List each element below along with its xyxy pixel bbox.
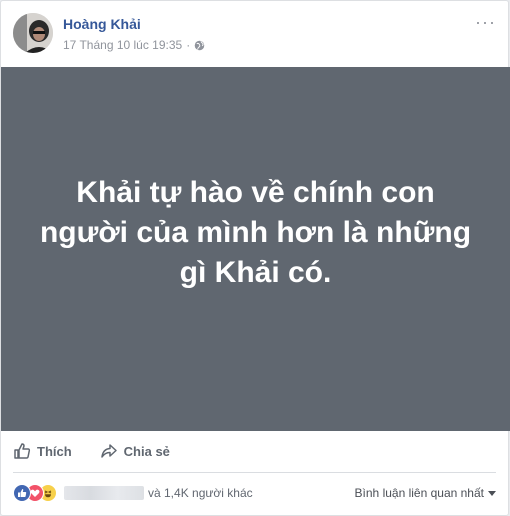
share-label: Chia sẻ (123, 443, 170, 459)
post-header: Hoàng Khải 17 Tháng 10 lúc 19:35 · ··· (13, 13, 500, 57)
avatar-image (13, 13, 53, 53)
thumbs-up-icon (14, 443, 31, 459)
caret-down-icon (488, 490, 496, 496)
divider (13, 472, 496, 473)
blurred-names[interactable] (64, 486, 144, 500)
status-background: Khải tự hào về chính con người của mình … (1, 67, 510, 431)
reactions-bar: và 1,4K người khác Bình luận liên quan n… (13, 481, 496, 505)
post-actions: Thích Chia sẻ (13, 437, 170, 465)
post-meta: 17 Tháng 10 lúc 19:35 · (63, 38, 205, 52)
like-button[interactable]: Thích (13, 442, 72, 460)
share-button[interactable]: Chia sẻ (100, 442, 170, 460)
author-name[interactable]: Hoàng Khải (63, 16, 141, 32)
share-arrow-icon (100, 444, 117, 458)
like-reaction-icon[interactable] (13, 484, 31, 502)
globe-icon[interactable] (194, 40, 205, 51)
comment-sort-label: Bình luận liên quan nhất (354, 486, 484, 500)
avatar[interactable] (13, 13, 53, 53)
others-count[interactable]: và 1,4K người khác (148, 486, 253, 500)
post-timestamp[interactable]: 17 Tháng 10 lúc 19:35 (63, 38, 182, 52)
status-text: Khải tự hào về chính con người của mình … (39, 176, 472, 289)
like-label: Thích (37, 443, 72, 459)
more-options-icon[interactable]: ··· (475, 13, 496, 31)
post-card: Hoàng Khải 17 Tháng 10 lúc 19:35 · ··· K… (0, 0, 510, 516)
comment-sort-dropdown[interactable]: Bình luận liên quan nhất (355, 486, 496, 500)
